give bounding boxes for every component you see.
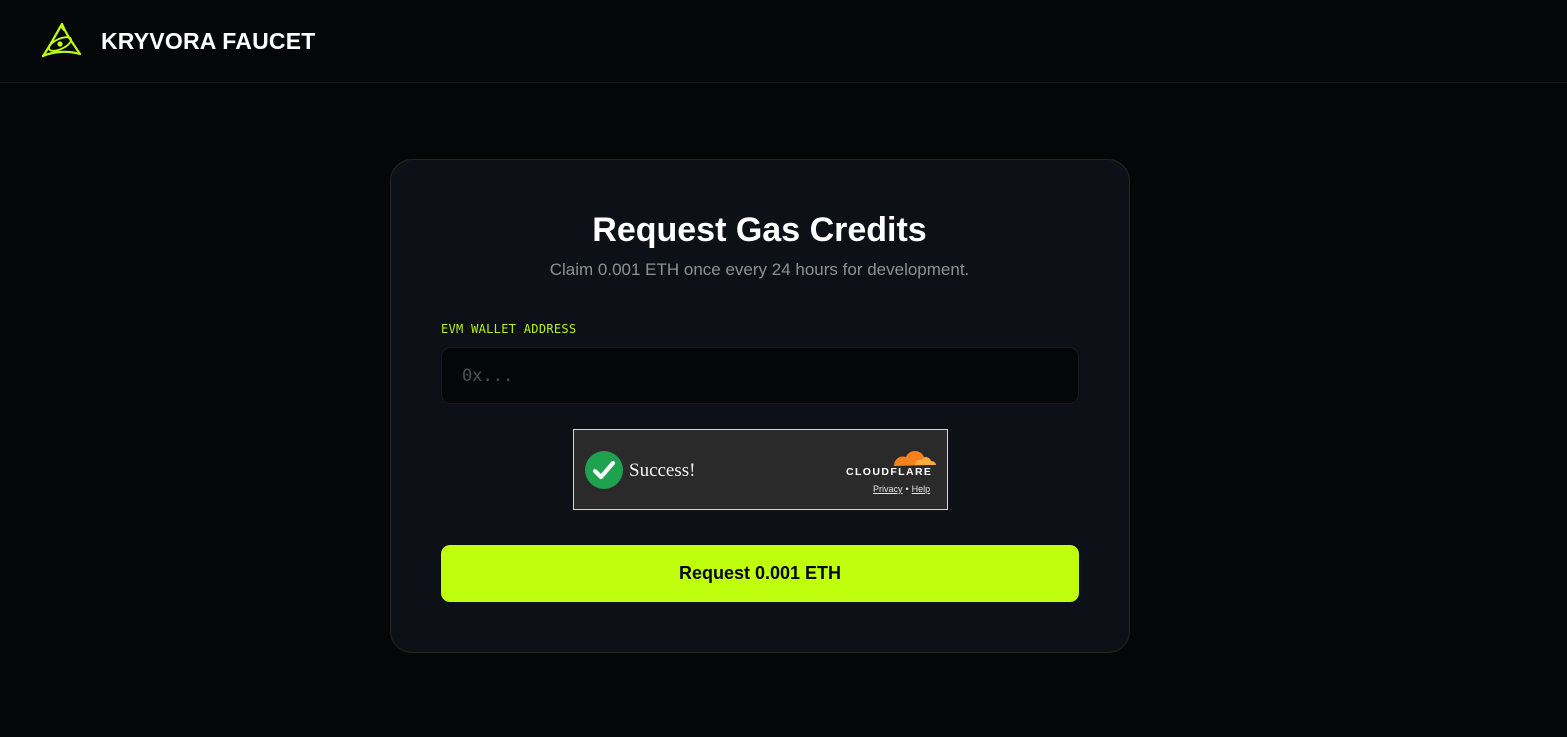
checkmark-icon	[592, 460, 616, 480]
captcha-links: Privacy • Help	[873, 483, 930, 495]
captcha-status-text: Success!	[629, 460, 696, 481]
success-check-circle	[585, 451, 623, 489]
top-navbar: KRYVORA FAUCET	[0, 0, 1567, 83]
wallet-address-label: EVM WALLET ADDRESS	[441, 322, 577, 336]
orbit-atom-icon	[41, 22, 82, 58]
help-link[interactable]: Help	[912, 484, 931, 494]
cloudflare-wordmark: CLOUDFLARE	[846, 466, 933, 478]
link-separator: •	[905, 484, 909, 494]
request-eth-button[interactable]: Request 0.001 ETH	[441, 545, 1079, 602]
cloudflare-captcha-widget[interactable]: Success! CLOUDFLARE Privacy • Help	[573, 429, 948, 510]
card-subtitle: Claim 0.001 ETH once every 24 hours for …	[549, 260, 970, 279]
wallet-address-input[interactable]	[441, 347, 1079, 404]
brand-name[interactable]: KRYVORA FAUCET	[101, 27, 316, 55]
privacy-link[interactable]: Privacy	[873, 484, 903, 494]
card-title: Request Gas Credits	[592, 211, 927, 249]
